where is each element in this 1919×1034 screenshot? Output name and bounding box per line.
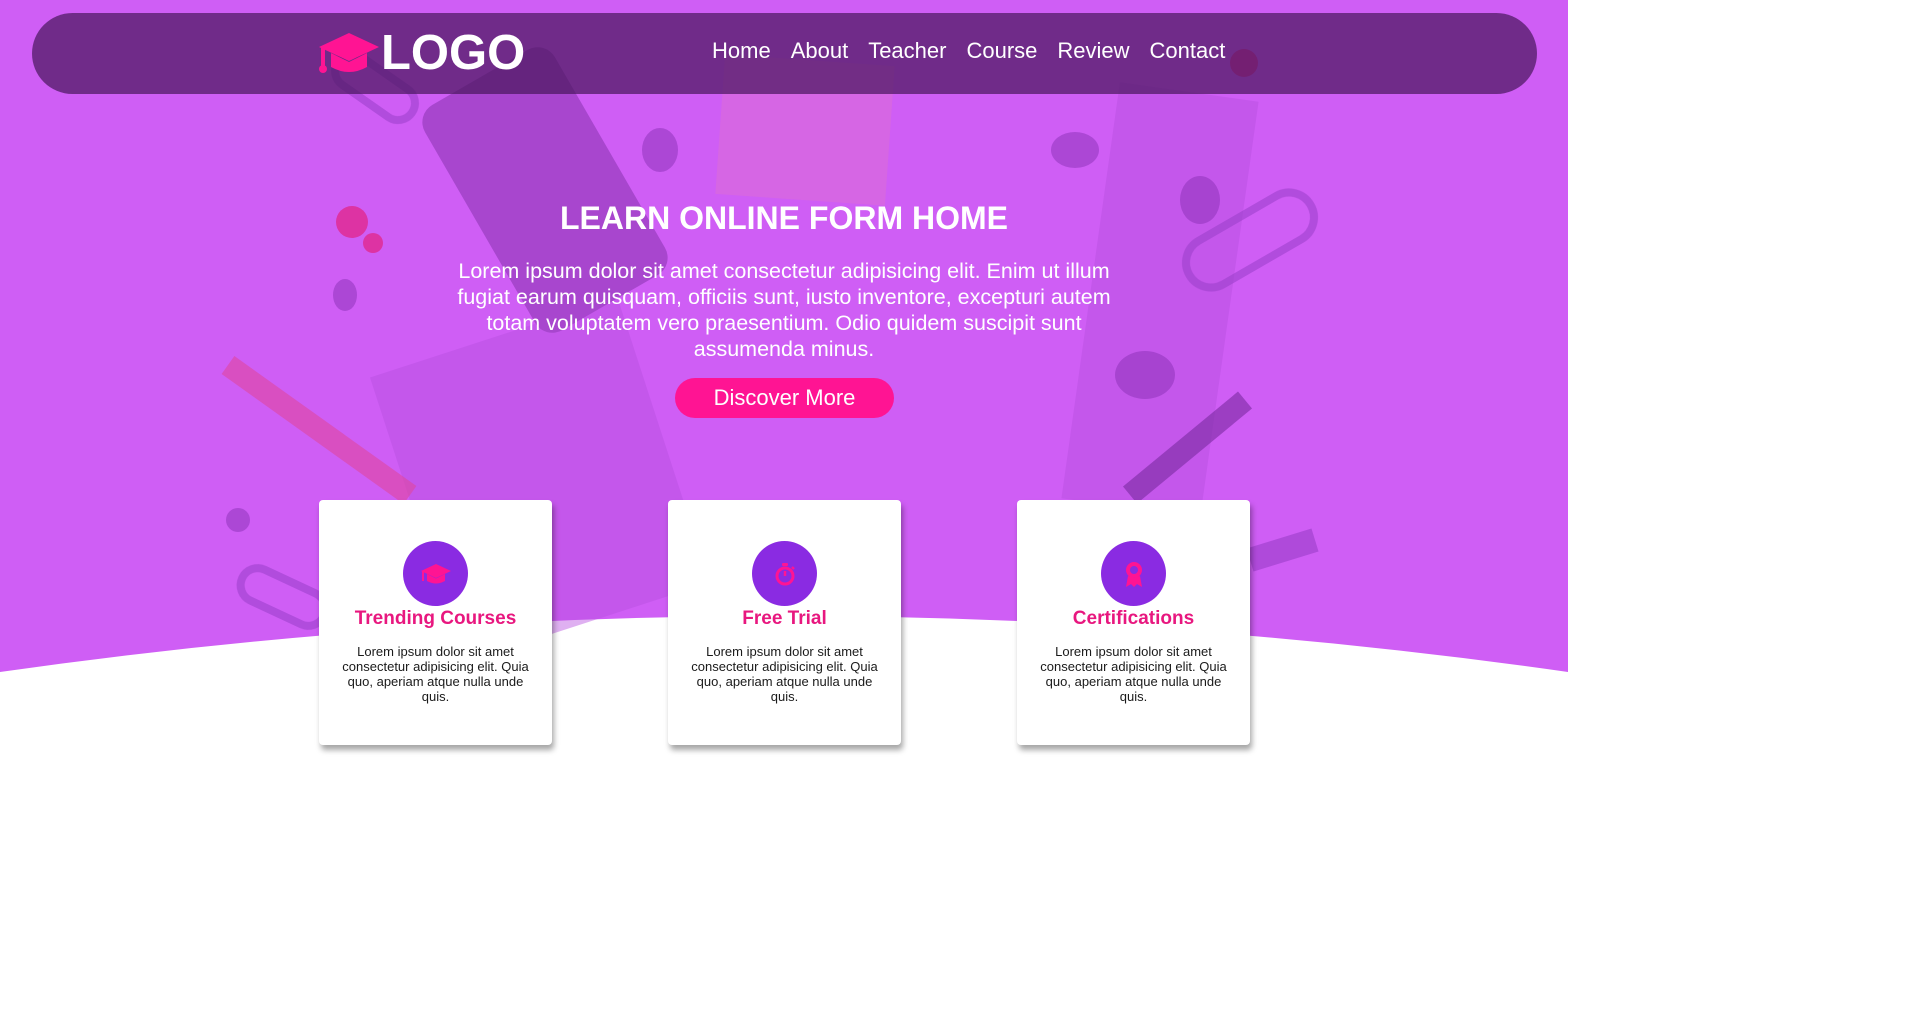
hero-title: LEARN ONLINE FORM HOME bbox=[560, 200, 1008, 236]
stopwatch-icon bbox=[775, 562, 795, 585]
graduation-cap-icon bbox=[319, 33, 379, 73]
logo[interactable]: LOGO bbox=[317, 28, 525, 78]
nav-link-review[interactable]: Review bbox=[1047, 36, 1139, 66]
main-nav: Home About Teacher Course Review Contact bbox=[702, 36, 1235, 66]
card-text: Lorem ipsum dolor sit amet consectetur a… bbox=[1040, 644, 1227, 704]
card-icon-circle bbox=[752, 541, 817, 606]
card-text: Lorem ipsum dolor sit amet consectetur a… bbox=[691, 644, 878, 704]
logo-text: LOGO bbox=[381, 26, 526, 80]
discover-more-button[interactable]: Discover More bbox=[675, 378, 894, 418]
card-title: Trending Courses bbox=[354, 608, 517, 629]
card-icon-circle bbox=[403, 541, 468, 606]
card-text: Lorem ipsum dolor sit amet consectetur a… bbox=[342, 644, 529, 704]
nav-link-contact[interactable]: Contact bbox=[1140, 36, 1236, 66]
graduation-cap-icon bbox=[420, 563, 451, 583]
feature-card-free-trial[interactable]: Free Trial Lorem ipsum dolor sit amet co… bbox=[668, 500, 901, 745]
card-title: Certifications bbox=[1072, 608, 1195, 629]
award-icon bbox=[1125, 561, 1142, 587]
nav-link-home[interactable]: Home bbox=[702, 36, 781, 66]
card-title: Free Trial bbox=[742, 608, 827, 629]
nav-link-course[interactable]: Course bbox=[956, 36, 1047, 66]
hero-text: Lorem ipsum dolor sit amet consectetur a… bbox=[457, 259, 1111, 361]
hero-section: LOGO Home About Teacher Course Review Co… bbox=[0, 0, 1568, 846]
nav-link-teacher[interactable]: Teacher bbox=[858, 36, 956, 66]
feature-card-trending-courses[interactable]: Trending Courses Lorem ipsum dolor sit a… bbox=[319, 500, 552, 745]
card-icon-circle bbox=[1101, 541, 1166, 606]
nav-link-about[interactable]: About bbox=[781, 36, 859, 66]
feature-card-certifications[interactable]: Certifications Lorem ipsum dolor sit ame… bbox=[1017, 500, 1250, 745]
